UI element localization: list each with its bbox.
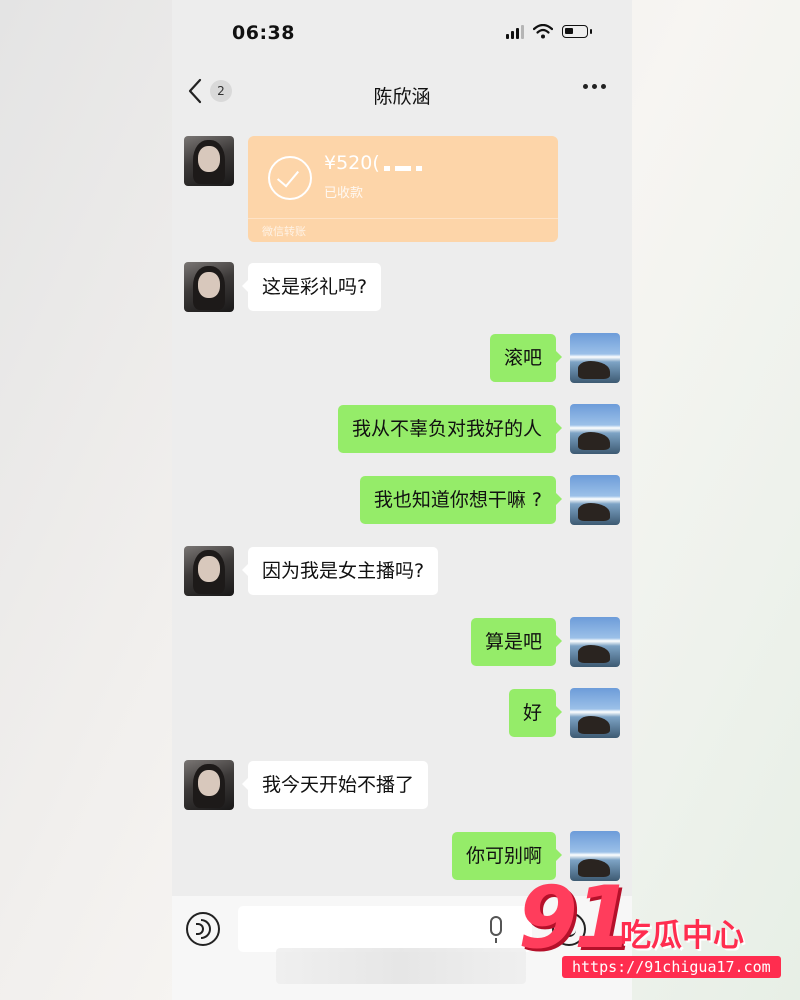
outgoing-message[interactable]: 我也知道你想干嘛 ? (359, 476, 563, 524)
phone-screen: 06:38 2 陈欣涵 ¥520(已收款 微信转账 这是彩礼吗? 滚吧 我从不… (172, 0, 632, 1000)
transfer-label: 微信转账 (262, 225, 306, 238)
contact-avatar[interactable] (184, 546, 234, 596)
message-row: 我从不辜负对我好的人 (172, 404, 632, 460)
message-row: 我今天开始不播了 (172, 760, 632, 816)
outgoing-message[interactable]: 滚吧 (489, 334, 563, 382)
contact-avatar[interactable] (184, 262, 234, 312)
signal-icon (506, 24, 524, 39)
voice-icon[interactable] (186, 912, 220, 946)
transfer-footer: 微信转账 (248, 218, 558, 242)
outgoing-message[interactable]: 好 (508, 689, 563, 737)
watermark-logo: 91 吃瓜中心 https://91chigua17.com (518, 868, 800, 986)
message-row: ¥520( 已收款 微信转账 (172, 126, 632, 246)
battery-icon (562, 25, 592, 38)
self-avatar[interactable] (570, 333, 620, 383)
message-input[interactable] (238, 906, 532, 952)
check-circle-icon (268, 156, 312, 200)
transfer-status: 已收款 (324, 186, 364, 201)
more-dots-icon (583, 84, 588, 89)
incoming-message[interactable]: 我今天开始不播了 (241, 761, 429, 809)
contact-avatar[interactable] (184, 136, 234, 186)
status-bar: 06:38 (172, 0, 632, 64)
message-row: 我也知道你想干嘛 ? (172, 475, 632, 531)
chat-title: 陈欣涵 (373, 86, 431, 108)
self-avatar[interactable] (570, 475, 620, 525)
more-button[interactable] (583, 84, 606, 89)
blurred-area (276, 948, 526, 984)
message-row: 算是吧 (172, 617, 632, 673)
message-row: 滚吧 (172, 333, 632, 389)
self-avatar[interactable] (570, 404, 620, 454)
incoming-message[interactable]: 这是彩礼吗? (241, 263, 382, 311)
incoming-message[interactable]: 因为我是女主播吗? (241, 547, 439, 595)
message-row: 因为我是女主播吗? (172, 546, 632, 602)
redaction-marks (384, 166, 422, 171)
wifi-icon (533, 24, 553, 39)
microphone-icon[interactable] (490, 916, 502, 943)
status-time: 06:38 (232, 22, 295, 44)
nav-bar: 2 陈欣涵 (172, 64, 632, 126)
self-avatar[interactable] (570, 688, 620, 738)
message-row: 这是彩礼吗? (172, 262, 632, 318)
watermark-url: https://91chigua17.com (562, 956, 781, 978)
outgoing-message[interactable]: 算是吧 (470, 618, 563, 666)
watermark-name: 吃瓜中心 (620, 918, 744, 954)
chat-messages[interactable]: ¥520( 已收款 微信转账 这是彩礼吗? 滚吧 我从不辜负对我好的人 我也知道… (172, 126, 632, 896)
self-avatar[interactable] (570, 617, 620, 667)
status-icons (506, 24, 592, 39)
contact-avatar[interactable] (184, 760, 234, 810)
watermark-number: 91 (518, 868, 634, 968)
transfer-amount: ¥520( (324, 152, 380, 174)
message-row: 好 (172, 688, 632, 744)
outgoing-message[interactable]: 我从不辜负对我好的人 (337, 405, 563, 453)
transfer-card[interactable]: ¥520( 已收款 微信转账 (248, 136, 558, 242)
